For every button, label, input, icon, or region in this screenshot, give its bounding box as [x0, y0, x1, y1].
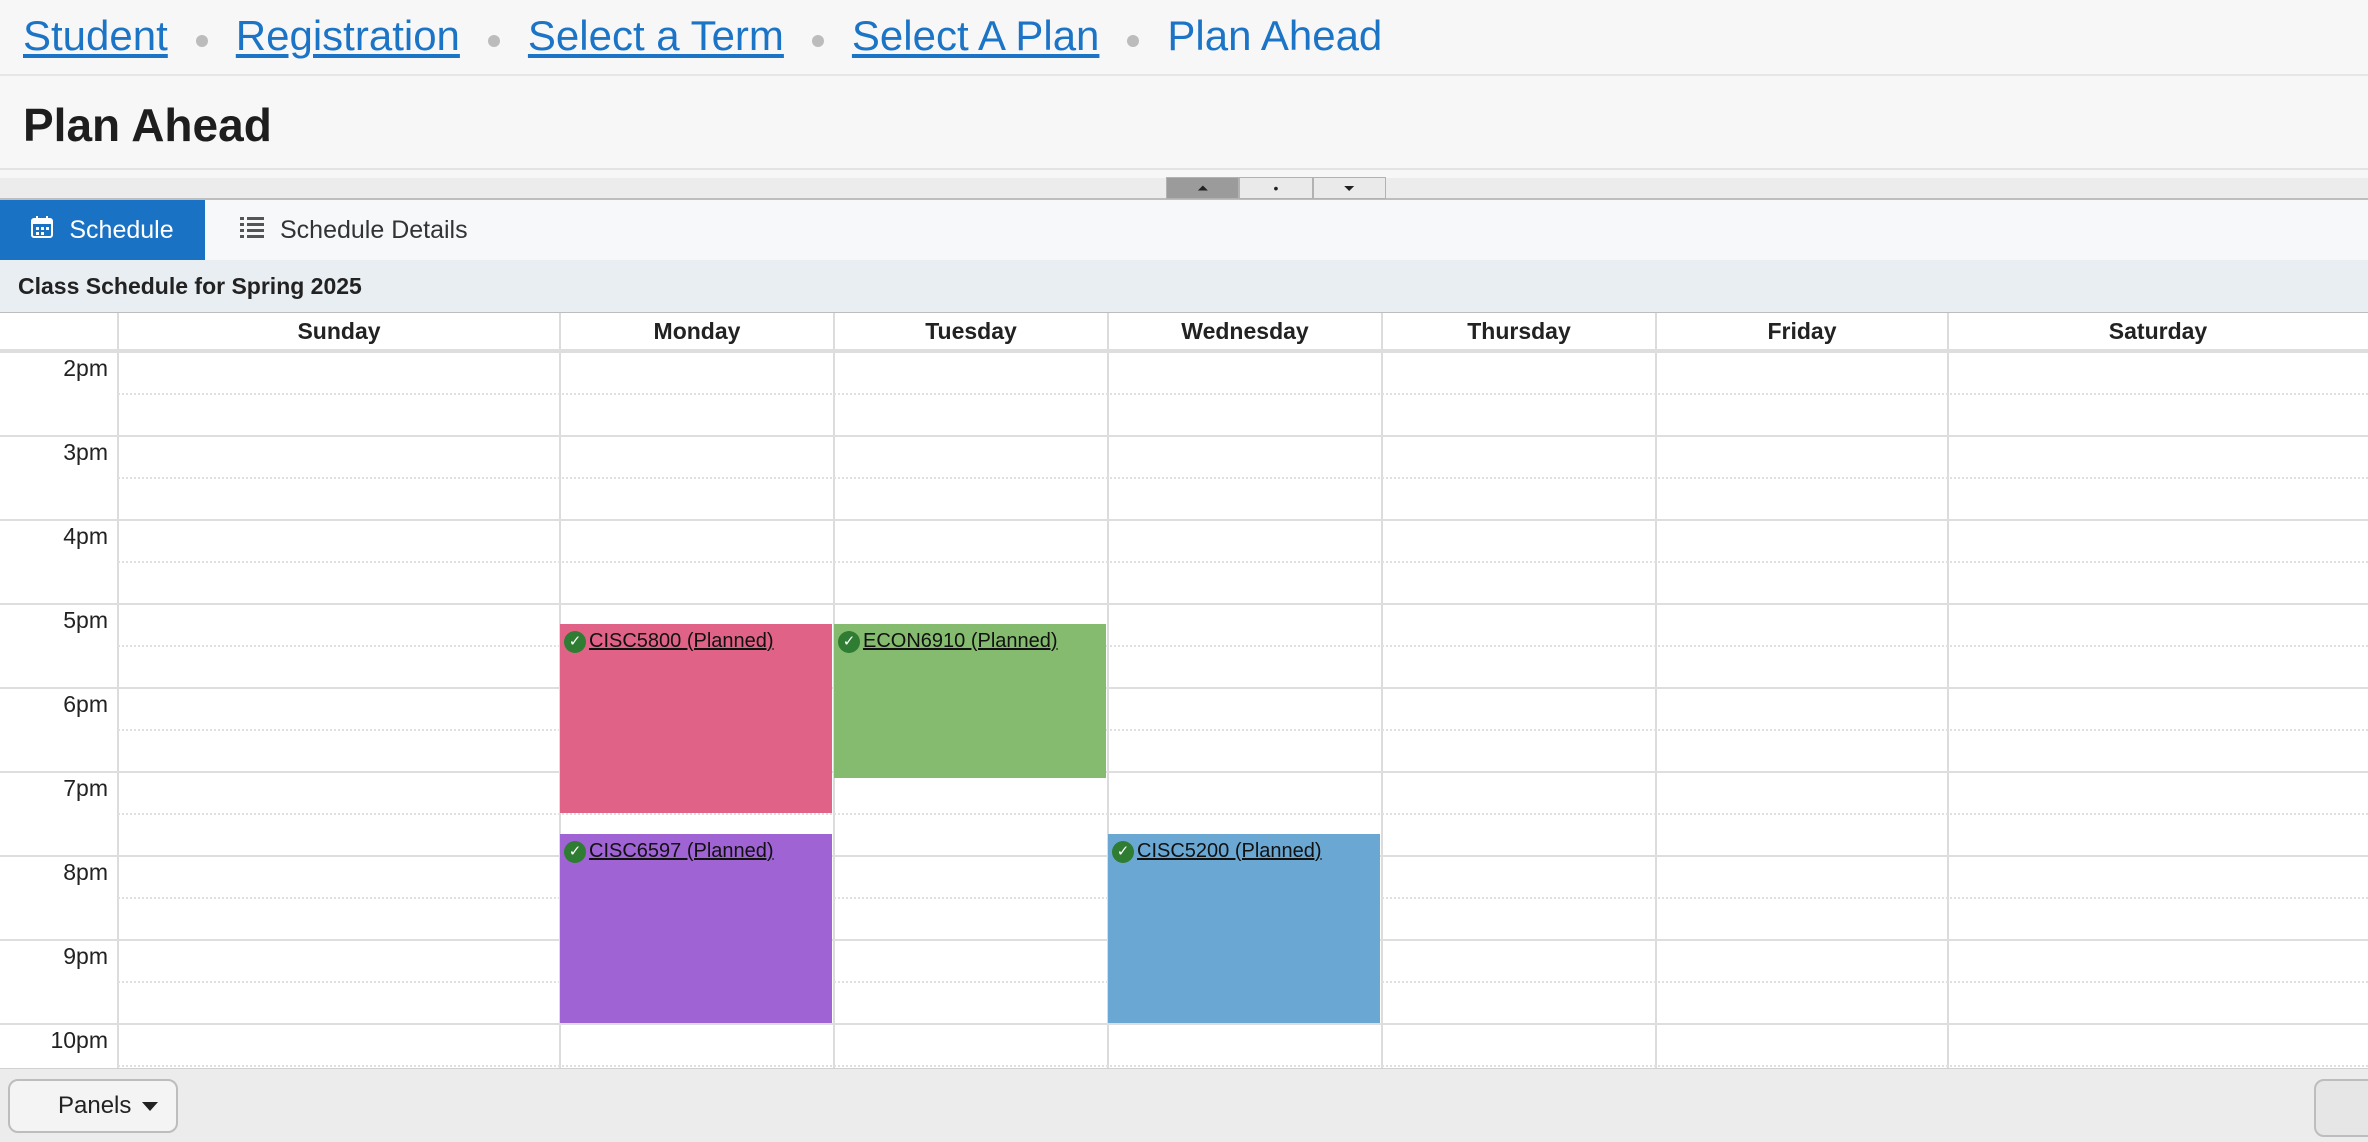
- time-label: 8pm: [63, 859, 108, 885]
- time-label: 2pm: [63, 355, 108, 381]
- hour-line: [0, 603, 2368, 605]
- half-hour-line: [118, 645, 2368, 647]
- breadcrumb-current: Plan Ahead: [1167, 12, 1383, 59]
- time-label: 9pm: [63, 943, 108, 969]
- calendar-event[interactable]: ✓ CISC5800 (Planned): [560, 624, 832, 813]
- check-circle-icon: ✓: [564, 840, 586, 863]
- day-header-tuesday: Tuesday: [925, 318, 1017, 344]
- half-hour-line: [118, 729, 2368, 731]
- event-link[interactable]: CISC6597 (Planned): [589, 840, 774, 862]
- splitter-up-button[interactable]: ⏶: [1166, 177, 1240, 199]
- tab-schedule-label: Schedule: [69, 215, 174, 244]
- caret-down-icon: [142, 1102, 158, 1111]
- check-circle-icon: ✓: [564, 630, 586, 653]
- tab-schedule-details-label: Schedule Details: [280, 215, 468, 244]
- hour-line: [0, 1023, 2368, 1025]
- breadcrumb-select-plan-link[interactable]: Select A Plan: [852, 12, 1100, 60]
- hour-line: [0, 519, 2368, 521]
- column-divider: [1655, 313, 1657, 1069]
- splitter-down-button[interactable]: ⏷: [1312, 177, 1386, 199]
- hour-line: [0, 435, 2368, 437]
- breadcrumb-separator: [811, 35, 824, 47]
- event-link[interactable]: CISC5800 (Planned): [589, 630, 774, 652]
- day-header-wednesday: Wednesday: [1181, 318, 1309, 344]
- column-divider: [117, 313, 119, 1069]
- calendar-event[interactable]: ✓ CISC5200 (Planned): [1108, 834, 1380, 1023]
- breadcrumb-separator: [1127, 35, 1140, 47]
- panels-button-label: Panels: [58, 1092, 132, 1119]
- time-label: 4pm: [63, 523, 108, 549]
- tab-bar: Schedule Schedule Details: [0, 200, 2368, 260]
- day-header-friday: Friday: [1767, 318, 1837, 344]
- tab-schedule[interactable]: Schedule: [0, 200, 205, 260]
- event-link[interactable]: CISC5200 (Planned): [1137, 840, 1322, 862]
- calendar-icon: [31, 215, 54, 245]
- panel-splitter: ⏶ • ⏷: [1166, 177, 1386, 199]
- calendar-grid: Sunday Monday Tuesday Wednesday Thursday Frid…: [0, 312, 2368, 1069]
- time-label: 6pm: [63, 691, 108, 717]
- divider: [0, 168, 2368, 170]
- half-hour-line: [118, 1065, 2368, 1067]
- splitter-center-button[interactable]: •: [1239, 177, 1313, 199]
- time-label: 10pm: [50, 1027, 108, 1053]
- time-label: 7pm: [63, 775, 108, 801]
- day-header-monday: Monday: [653, 318, 741, 344]
- corner-button[interactable]: [2314, 1079, 2368, 1137]
- half-hour-line: [118, 393, 2368, 395]
- time-label: 3pm: [63, 439, 108, 465]
- check-circle-icon: ✓: [1112, 840, 1134, 863]
- breadcrumb-separator: [195, 35, 208, 47]
- day-header-thursday: Thursday: [1467, 318, 1571, 344]
- day-header-saturday: Saturday: [2108, 318, 2208, 344]
- half-hour-line: [118, 813, 2368, 815]
- hour-line: [0, 351, 2368, 353]
- breadcrumb-separator: [487, 35, 500, 47]
- tab-schedule-details[interactable]: Schedule Details: [240, 200, 468, 260]
- list-icon: [240, 216, 264, 245]
- column-divider: [1947, 313, 1949, 1069]
- calendar-event[interactable]: ✓ CISC6597 (Planned): [560, 834, 832, 1023]
- schedule-title: Class Schedule for Spring 2025: [0, 260, 2368, 312]
- page-title: Plan Ahead: [23, 99, 272, 151]
- hour-line: [0, 687, 2368, 689]
- half-hour-line: [118, 561, 2368, 563]
- calendar-event[interactable]: ✓ ECON6910 (Planned): [834, 624, 1106, 778]
- time-label: 5pm: [63, 607, 108, 633]
- panels-button[interactable]: Panels: [8, 1079, 178, 1133]
- event-link[interactable]: ECON6910 (Planned): [863, 630, 1058, 652]
- half-hour-line: [118, 477, 2368, 479]
- divider: [0, 74, 2368, 76]
- check-circle-icon: ✓: [838, 630, 860, 653]
- breadcrumb-registration-link[interactable]: Registration: [236, 12, 460, 60]
- footer-bar: Panels: [0, 1068, 2368, 1142]
- breadcrumb-student-link[interactable]: Student: [23, 12, 168, 60]
- column-divider: [1381, 313, 1383, 1069]
- day-header-sunday: Sunday: [297, 318, 381, 344]
- breadcrumb-select-term-link[interactable]: Select a Term: [528, 12, 784, 60]
- breadcrumb: Student Registration Select a Term Selec…: [23, 6, 1382, 66]
- hour-line: [0, 771, 2368, 773]
